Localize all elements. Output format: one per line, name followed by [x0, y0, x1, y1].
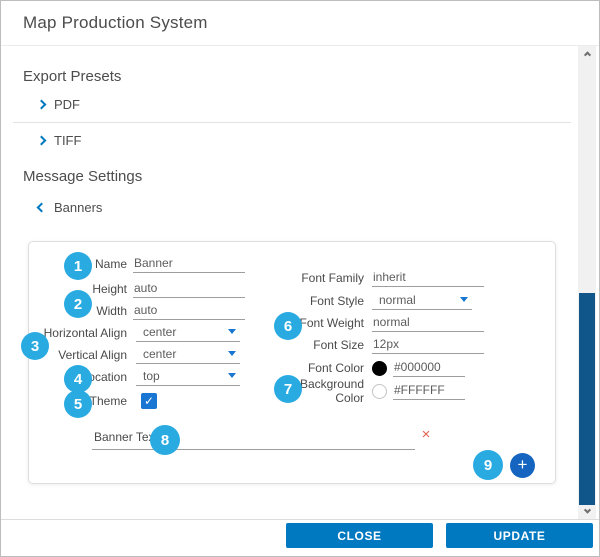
vertical-align-row: Vertical Align center — [39, 345, 240, 365]
delete-banner-button[interactable]: × — [417, 426, 435, 444]
theme-checkbox[interactable]: ✓ — [141, 393, 157, 409]
callout-9: 9 — [473, 450, 503, 480]
horizontal-align-value: center — [143, 325, 176, 339]
plus-icon: + — [518, 455, 528, 474]
chevron-right-icon — [37, 135, 47, 145]
font-color-input[interactable] — [393, 359, 465, 377]
location-select[interactable]: top — [136, 368, 240, 386]
font-size-row: Font Size — [269, 335, 484, 355]
background-color-input[interactable] — [393, 382, 465, 400]
map-production-dialog: Map Production System Export Presets PDF… — [0, 0, 600, 557]
font-size-label: Font Size — [269, 338, 364, 352]
font-weight-input[interactable] — [372, 314, 484, 332]
chevron-up-icon — [583, 51, 590, 58]
preset-item-tiff[interactable]: TIFF — [38, 131, 81, 149]
width-input[interactable] — [133, 302, 245, 320]
add-banner-button[interactable]: + — [510, 453, 535, 478]
banner-text-label: Banner Text — [94, 430, 158, 444]
font-color-row: Font Color — [269, 358, 465, 378]
vertical-align-select[interactable]: center — [136, 346, 240, 364]
vertical-scrollbar[interactable] — [578, 46, 596, 519]
font-style-select[interactable]: normal — [372, 292, 472, 310]
font-family-row: Font Family — [269, 268, 484, 288]
close-button[interactable]: CLOSE — [286, 523, 433, 548]
banners-back-link[interactable]: Banners — [38, 198, 102, 216]
callout-8: 8 — [150, 425, 180, 455]
height-input[interactable] — [133, 280, 245, 298]
callout-2: 2 — [64, 290, 92, 318]
preset-divider — [13, 122, 571, 123]
chevron-left-icon — [37, 202, 47, 212]
preset-item-pdf[interactable]: PDF — [38, 95, 80, 113]
callout-3: 3 — [21, 332, 49, 360]
horizontal-align-row: Horizontal Align center — [39, 323, 240, 343]
header-divider — [1, 45, 600, 46]
preset-label: TIFF — [54, 133, 81, 148]
callout-5: 5 — [64, 390, 92, 418]
chevron-down-icon — [228, 351, 236, 356]
chevron-down-icon — [228, 329, 236, 334]
chevron-down-icon — [460, 297, 468, 302]
font-color-label: Font Color — [269, 361, 364, 375]
scrollbar-thumb[interactable] — [579, 293, 595, 505]
horizontal-align-select[interactable]: center — [136, 324, 240, 342]
vertical-align-value: center — [143, 347, 176, 361]
page-title: Map Production System — [23, 13, 208, 33]
message-settings-heading: Message Settings — [23, 168, 142, 185]
font-color-swatch[interactable] — [372, 361, 387, 376]
chevron-down-icon — [228, 373, 236, 378]
check-icon: ✓ — [144, 394, 154, 408]
update-button[interactable]: UPDATE — [446, 523, 593, 548]
export-presets-heading: Export Presets — [23, 68, 121, 85]
preset-label: PDF — [54, 97, 80, 112]
theme-row: Theme ✓ — [39, 391, 157, 411]
font-family-input[interactable] — [372, 269, 484, 287]
font-style-row: Font Style normal — [269, 291, 472, 311]
background-color-swatch[interactable] — [372, 384, 387, 399]
callout-4: 4 — [64, 365, 92, 393]
scroll-down-button[interactable] — [578, 504, 596, 519]
back-label: Banners — [54, 200, 102, 215]
horizontal-align-label: Horizontal Align — [39, 326, 127, 340]
font-family-label: Font Family — [269, 271, 364, 285]
font-size-input[interactable] — [372, 336, 484, 354]
close-icon: × — [422, 426, 431, 443]
banner-settings-card: Name Height Width Horizontal Align cente… — [28, 241, 556, 484]
chevron-down-icon — [583, 507, 590, 514]
name-input[interactable] — [133, 255, 245, 273]
scroll-up-button[interactable] — [578, 46, 596, 61]
callout-6: 6 — [274, 312, 302, 340]
location-value: top — [143, 369, 160, 383]
footer-divider — [1, 519, 600, 520]
font-style-label: Font Style — [269, 294, 364, 308]
callout-1: 1 — [64, 252, 92, 280]
vertical-align-label: Vertical Align — [39, 348, 127, 362]
font-style-value: normal — [379, 293, 416, 307]
chevron-right-icon — [37, 99, 47, 109]
callout-7: 7 — [274, 375, 302, 403]
